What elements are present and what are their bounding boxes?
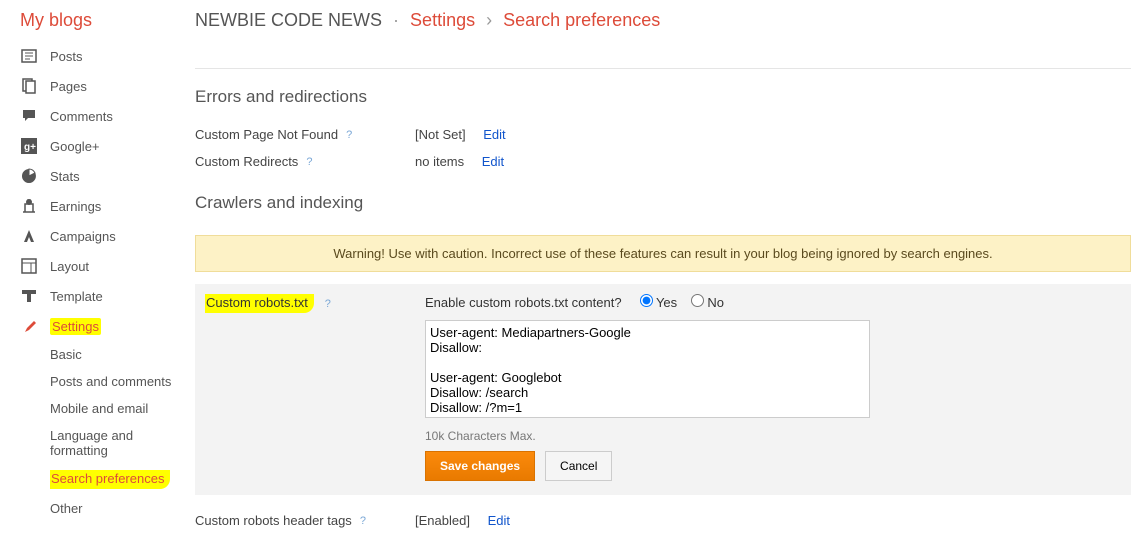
my-blogs-link[interactable]: My blogs [20, 10, 195, 31]
nav-settings[interactable]: Settings [20, 311, 195, 341]
template-icon [20, 287, 38, 305]
edit-header-tags[interactable]: Edit [488, 513, 510, 528]
breadcrumb-search-prefs[interactable]: Search preferences [503, 10, 660, 30]
nav-posts[interactable]: Posts [20, 41, 195, 71]
header-tags-value: [Enabled] [415, 513, 470, 528]
nav-label: Pages [50, 79, 87, 94]
errors-title: Errors and redirections [195, 69, 1131, 121]
robots-label: Custom robots.txt [205, 294, 314, 313]
campaigns-icon [20, 227, 38, 245]
nav-label: Earnings [50, 199, 101, 214]
nav-gplus[interactable]: g+ Google+ [20, 131, 195, 161]
sub-language[interactable]: Language and formatting [50, 422, 160, 464]
nav-pages[interactable]: Pages [20, 71, 195, 101]
save-button[interactable]: Save changes [425, 451, 535, 481]
nav-label: Posts [50, 49, 83, 64]
enable-question: Enable custom robots.txt content? [425, 295, 622, 310]
edit-redirects[interactable]: Edit [482, 154, 504, 169]
breadcrumb: NEWBIE CODE NEWS · Settings › Search pre… [195, 10, 660, 31]
edit-404[interactable]: Edit [483, 127, 505, 142]
crawlers-title: Crawlers and indexing [195, 175, 1131, 227]
help-icon[interactable]: ? [346, 129, 352, 141]
stats-icon [20, 167, 38, 185]
nav-label: Google+ [50, 139, 100, 154]
blog-name: NEWBIE CODE NEWS [195, 10, 382, 30]
comments-icon [20, 107, 38, 125]
nav-comments[interactable]: Comments [20, 101, 195, 131]
breadcrumb-settings[interactable]: Settings [410, 10, 475, 30]
radio-yes[interactable]: Yes [640, 295, 678, 310]
posts-icon [20, 47, 38, 65]
nav-template[interactable]: Template [20, 281, 195, 311]
nav-label: Stats [50, 169, 80, 184]
nav-label: Layout [50, 259, 89, 274]
custom-redirects-value: no items [415, 154, 464, 169]
layout-icon [20, 257, 38, 275]
earnings-icon [20, 197, 38, 215]
sub-posts-comments[interactable]: Posts and comments [50, 368, 195, 395]
gplus-icon: g+ [20, 137, 38, 155]
nav-label: Template [50, 289, 103, 304]
custom-redirects-label: Custom Redirects [195, 154, 298, 169]
custom-404-value: [Not Set] [415, 127, 466, 142]
nav-campaigns[interactable]: Campaigns [20, 221, 195, 251]
sub-mobile-email[interactable]: Mobile and email [50, 395, 195, 422]
robots-textarea[interactable] [425, 320, 870, 418]
cancel-button[interactable]: Cancel [545, 451, 612, 481]
svg-text:g+: g+ [24, 142, 36, 153]
help-icon[interactable]: ? [306, 156, 312, 168]
radio-no[interactable]: No [691, 295, 724, 310]
nav-layout[interactable]: Layout [20, 251, 195, 281]
help-icon[interactable]: ? [325, 298, 331, 310]
pages-icon [20, 77, 38, 95]
nav-earnings[interactable]: Earnings [20, 191, 195, 221]
custom-404-label: Custom Page Not Found [195, 127, 338, 142]
help-icon[interactable]: ? [360, 515, 366, 527]
header-tags-label: Custom robots header tags [195, 513, 352, 528]
char-limit-note: 10k Characters Max. [425, 429, 1121, 443]
sub-search-prefs[interactable]: Search preferences [50, 464, 195, 495]
settings-icon [20, 317, 38, 335]
nav-stats[interactable]: Stats [20, 161, 195, 191]
nav-label: Comments [50, 109, 113, 124]
warning-banner: Warning! Use with caution. Incorrect use… [195, 235, 1131, 272]
sub-other[interactable]: Other [50, 495, 195, 522]
sub-basic[interactable]: Basic [50, 341, 195, 368]
nav-label: Campaigns [50, 229, 116, 244]
nav-label: Settings [50, 318, 101, 335]
